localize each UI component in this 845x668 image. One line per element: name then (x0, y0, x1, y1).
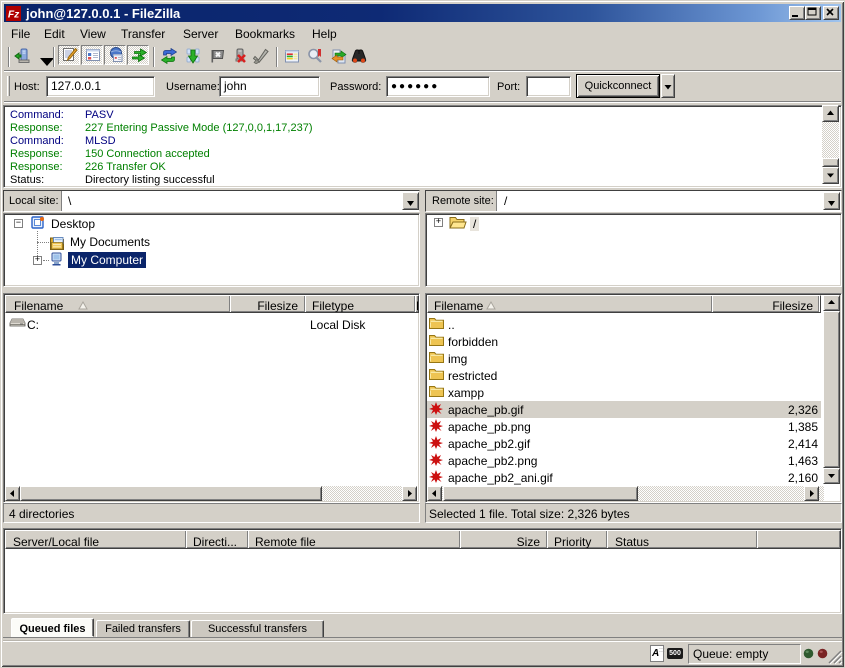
svg-text:Fz: Fz (8, 9, 20, 20)
